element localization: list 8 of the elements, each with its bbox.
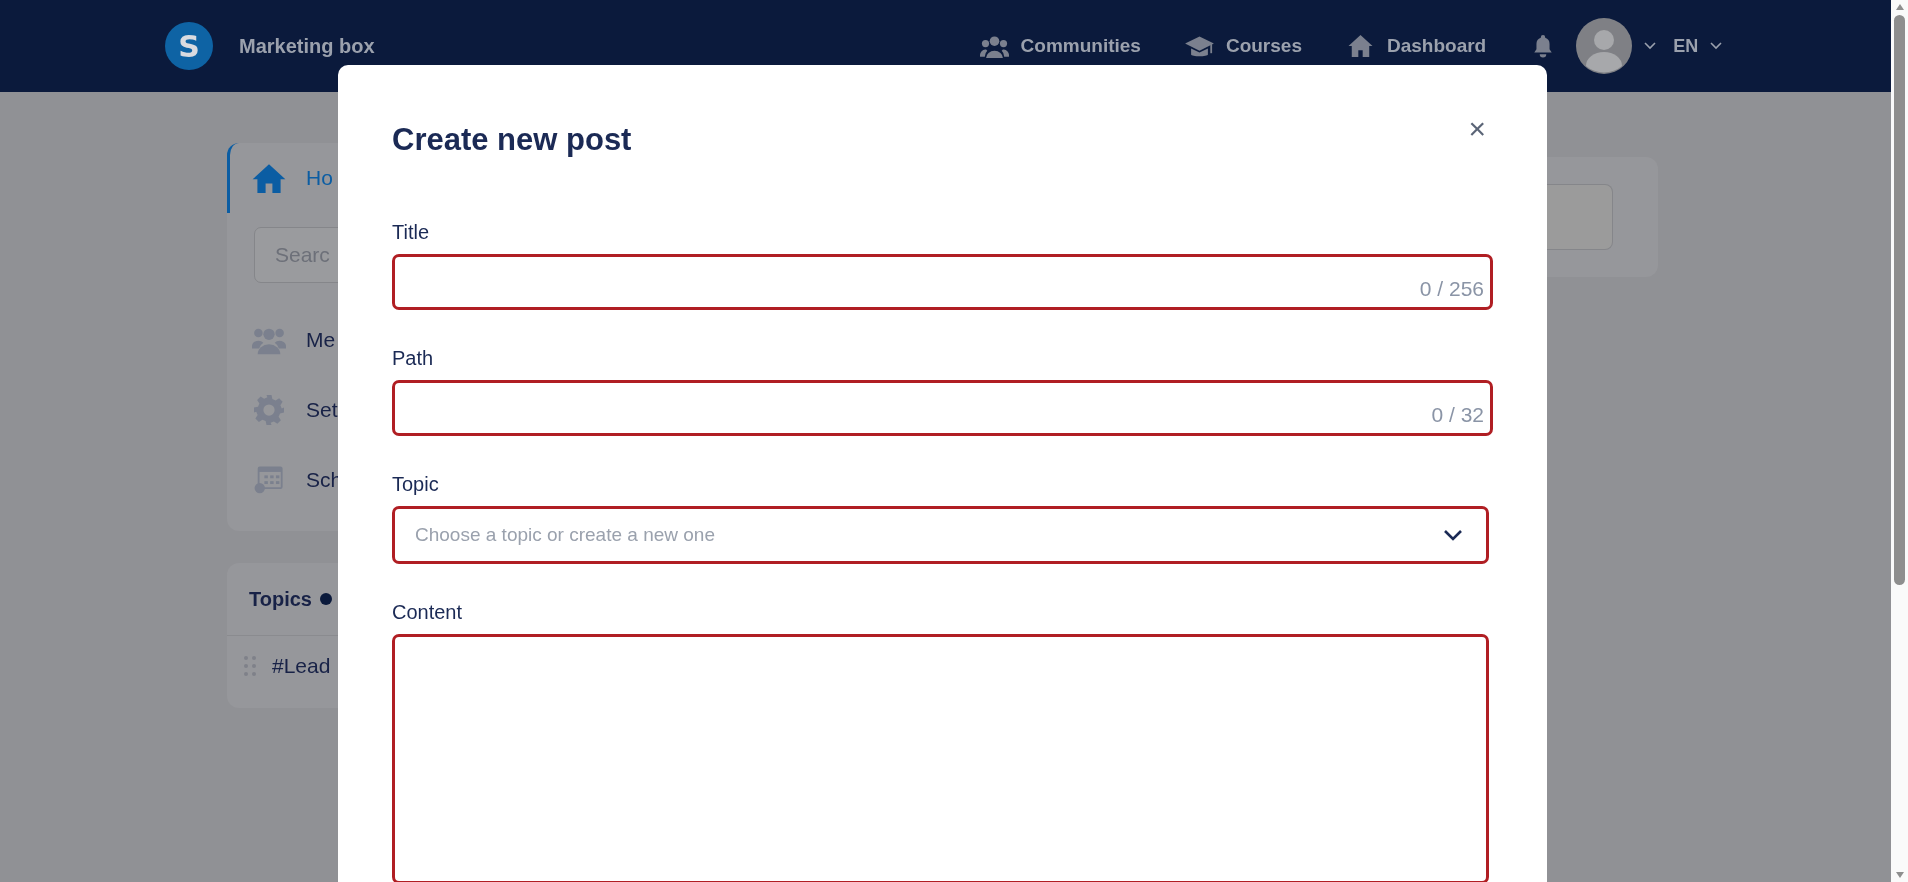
character-counter: 0 / 256 bbox=[1419, 277, 1484, 301]
character-counter: 0 / 32 bbox=[1431, 403, 1484, 427]
dialog-title: Create new post bbox=[392, 121, 632, 159]
topics-heading: Topics bbox=[249, 587, 312, 611]
field-label: Content bbox=[392, 600, 464, 624]
field-label: Topic bbox=[392, 472, 440, 496]
field-label: Title bbox=[392, 220, 431, 244]
field-label: Path bbox=[392, 346, 435, 370]
